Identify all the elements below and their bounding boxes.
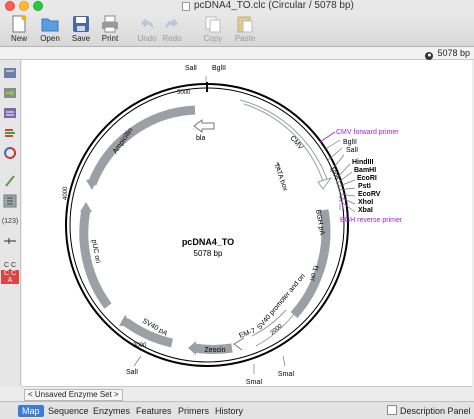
sequence-length: 5078 bp [437, 48, 470, 58]
enzyme-icon [3, 194, 17, 208]
enzyme-count: (123) [1, 218, 19, 225]
toolbar: New Open Save Print Undo Redo Copy Paste [0, 12, 474, 47]
label-bla: bla [196, 135, 205, 142]
features-tool-button[interactable] [3, 86, 17, 100]
sequence-info-bar: ● 5078 bp [0, 47, 474, 60]
scale-tool-button[interactable] [3, 234, 17, 248]
circular-icon: ● [425, 52, 434, 60]
copy-icon [205, 16, 221, 33]
enzyme-set-bar: < Unsaved Enzyme Set > [22, 386, 472, 401]
tab-features[interactable]: Features [136, 405, 172, 417]
translation-tool-button[interactable] [3, 106, 17, 120]
label-tata-box: TATA box [272, 162, 289, 192]
plasmid-map: pcDNA4_TO 5078 bp SalI BglII 5000 1000 4… [63, 65, 403, 386]
label-puc-ori: pUC ori [90, 239, 101, 264]
feature-arrow-icon [4, 88, 16, 98]
new-file-icon [12, 15, 27, 33]
feature-cmv[interactable] [239, 99, 329, 186]
disk-icon [73, 16, 89, 32]
translation-icon [4, 108, 16, 118]
site-sali-top[interactable]: SalI [185, 65, 197, 72]
line-tool-icon [5, 175, 15, 187]
document-icon [182, 2, 190, 11]
description-panel-label: Description Panel [400, 406, 471, 416]
redo-arrow-icon [165, 18, 178, 29]
clipboard-icon [237, 16, 253, 33]
tick-4000: 4000 [63, 186, 69, 200]
feature-ampicillin[interactable] [87, 105, 196, 186]
primer-cmv-forward[interactable]: CMV forward primer [336, 129, 399, 136]
site-bglii-right[interactable]: BglII [343, 139, 357, 146]
zoom-tool-button[interactable] [3, 174, 17, 188]
site-smai-2[interactable]: SmaI [246, 379, 262, 386]
site-sali-bottom[interactable]: SalI [126, 369, 138, 376]
orf-tool-button[interactable] [3, 126, 17, 140]
view-tools-sidebar: (123) C C A C C A [0, 60, 21, 386]
primer-bgh-reverse[interactable]: BGH reverse primer [340, 217, 403, 224]
tick-5000: 5000 [177, 90, 191, 96]
undo-arrow-icon [141, 18, 154, 29]
folder-icon [41, 18, 59, 32]
feature-bla[interactable] [193, 119, 215, 133]
view-tabs-bar: Map Sequence Enzymes Features Primers Hi… [0, 401, 474, 419]
printer-icon [102, 15, 118, 33]
window-title: pcDNA4_TO.clc (Circular / 5078 bp) [0, 0, 474, 12]
description-panel-checkbox[interactable] [387, 405, 397, 415]
tab-map[interactable]: Map [18, 405, 44, 417]
site-hindiii[interactable]: HindIII [352, 159, 373, 166]
sali-leader-bottom [133, 355, 142, 367]
sequence-view-bottom[interactable]: C C A [1, 270, 19, 284]
site-xhoi[interactable]: XhoI [358, 199, 373, 206]
enzyme-set-selector[interactable]: < Unsaved Enzyme Set > [24, 389, 123, 401]
ruler-icon [4, 68, 16, 78]
site-bamhi[interactable]: BamHI [354, 167, 376, 174]
circular-view-button[interactable] [3, 146, 17, 160]
site-ecori[interactable]: EcoRI [357, 175, 377, 182]
site-bglii-top[interactable]: BglII [212, 65, 226, 72]
site-psti[interactable]: PstI [358, 183, 371, 190]
plasmid-map-canvas: pcDNA4_TO 5078 bp SalI BglII 5000 1000 4… [22, 60, 472, 386]
site-sali-right[interactable]: SalI [346, 147, 358, 154]
sequence-length-indicator: ● 5078 bp [425, 47, 470, 60]
map-plasmid-name: pcDNA4_TO [182, 237, 234, 247]
tick-3000: 3000 [133, 343, 147, 349]
window-title-text: pcDNA4_TO.clc (Circular / 5078 bp) [194, 0, 354, 11]
smai-leader-1 [282, 355, 286, 367]
paste-button[interactable]: Paste [228, 12, 262, 46]
cmv-primer-line [319, 131, 336, 143]
redo-button[interactable]: Redo [155, 12, 189, 46]
scale-bar-icon [4, 238, 16, 244]
tab-primers[interactable]: Primers [178, 405, 209, 417]
tab-sequence[interactable]: Sequence [48, 405, 89, 417]
tab-enzymes[interactable]: Enzymes [93, 405, 130, 417]
puc-arrowhead [80, 202, 92, 212]
label-zeocin: Zeocin [204, 347, 225, 354]
print-button[interactable]: Print [93, 12, 127, 46]
orf-arrows-icon [5, 129, 15, 137]
paste-label: Paste [234, 34, 256, 43]
zeocin-arrowhead [188, 341, 196, 355]
title-bar: pcDNA4_TO.clc (Circular / 5078 bp) [0, 0, 474, 12]
site-ecorv[interactable]: EcoRV [358, 191, 381, 198]
circle-arrow-icon [4, 146, 17, 159]
site-xbai[interactable]: XbaI [358, 207, 373, 214]
tab-history[interactable]: History [215, 405, 243, 417]
redo-label: Redo [162, 34, 182, 43]
site-smai-1[interactable]: SmaI [278, 371, 294, 378]
ruler-tool-button[interactable] [3, 66, 17, 80]
description-panel-toggle[interactable]: Description Panel [387, 405, 471, 417]
enzyme-tool-button[interactable] [3, 194, 17, 208]
map-plasmid-length: 5078 bp [194, 249, 223, 258]
